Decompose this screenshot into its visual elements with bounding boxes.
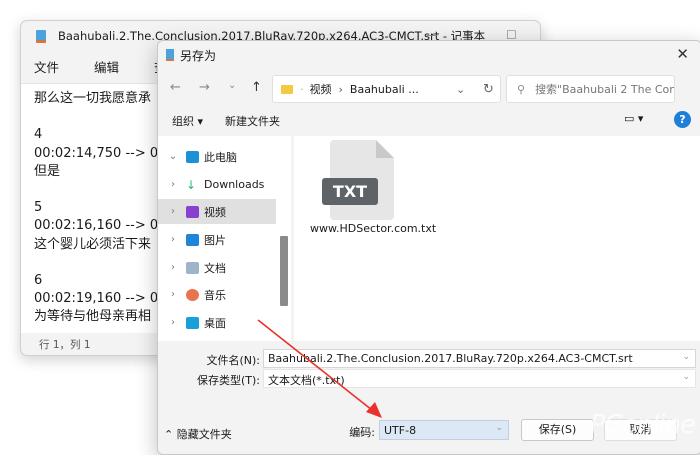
tree-item-videos[interactable]: › 视频 (158, 199, 276, 224)
breadcrumb-folder[interactable]: Baahubali ... (350, 83, 419, 96)
filename-label: 文件名(N): (206, 354, 260, 367)
desktop-icon (186, 316, 199, 329)
tree-label: 桌面 (204, 316, 226, 330)
search-input[interactable]: ⚲ 搜索"Baahubali 2 The Conc... (506, 75, 675, 103)
tree-label: 文档 (204, 261, 226, 275)
new-folder-button[interactable]: 新建文件夹 (225, 113, 280, 129)
menu-edit[interactable]: 编辑 (81, 57, 131, 76)
file-list: TXT www.HDSector.com.txt (294, 136, 700, 341)
back-button[interactable]: ← (170, 80, 181, 95)
encoding-select[interactable]: UTF-8 ⌄ (379, 420, 509, 440)
notepad-icon (36, 29, 46, 43)
tree-label: Downloads (204, 178, 265, 191)
hide-folders-label: 隐藏文件夹 (176, 428, 232, 441)
chevron-down-icon[interactable]: ⌄ (158, 151, 180, 162)
filename-input[interactable]: Baahubali.2.The.Conclusion.2017.BluRay.7… (263, 349, 696, 368)
folder-icon (281, 84, 293, 94)
breadcrumb-videos[interactable]: 视频 (310, 81, 332, 97)
chevron-right-icon[interactable]: › (158, 179, 180, 190)
tree-item-desktop[interactable]: › 桌面 (158, 310, 276, 335)
address-dropdown-icon[interactable]: ⌄ (456, 83, 465, 96)
filename-value: Baahubali.2.The.Conclusion.2017.BluRay.7… (268, 352, 633, 365)
file-name: www.HDSector.com.txt (310, 222, 437, 235)
organize-button[interactable]: 组织 ▾ (172, 113, 203, 129)
save-type-select[interactable]: 文本文档(*.txt) ⌄ (263, 369, 696, 388)
video-icon (186, 205, 199, 218)
hide-folders-toggle[interactable]: ⌃ 隐藏文件夹 (164, 426, 232, 442)
address-bar[interactable]: · 视频 › Baahubali ... ⌄ ↻ (272, 75, 501, 103)
notepad-icon (166, 49, 174, 61)
view-options-button[interactable]: ▭ ▾ (624, 112, 643, 125)
save-type-label: 保存类型(T): (196, 374, 260, 387)
chevron-right-icon[interactable]: › (158, 289, 180, 300)
watermark: PConline (589, 410, 696, 440)
dialog-title: 另存为 (180, 48, 217, 63)
search-placeholder: 搜索"Baahubali 2 The Conc... (535, 83, 675, 96)
computer-icon (186, 150, 199, 163)
tree-item-downloads[interactable]: › ↓ Downloads (158, 172, 276, 197)
tree-scrollbar[interactable] (280, 236, 288, 306)
tree-label: 音乐 (204, 288, 226, 302)
chevron-right-icon[interactable]: › (158, 317, 180, 328)
navigation-bar: ← → ⌄ ↑ · 视频 › Baahubali ... ⌄ ↻ ⚲ 搜索"Ba… (158, 73, 700, 105)
save-type-value: 文本文档(*.txt) (268, 374, 345, 387)
tree-item-music[interactable]: › 音乐 (158, 282, 276, 307)
encoding-value: UTF-8 (384, 424, 417, 437)
navigation-tree: ⌄ 此电脑 › ↓ Downloads › 视频 › 图片 › 文档 › 音乐 › 桌面 (158, 136, 291, 341)
chevron-down-icon[interactable]: ⌄ (682, 352, 690, 362)
tree-label: 图片 (204, 233, 226, 247)
command-bar: 组织 ▾ 新建文件夹 ▭ ▾ ? (158, 107, 700, 133)
breadcrumb-separator: › (338, 82, 343, 96)
tree-item-pictures[interactable]: › 图片 (158, 227, 276, 252)
up-button[interactable]: ↑ (251, 80, 262, 95)
tree-item-this-pc[interactable]: ⌄ 此电脑 (158, 144, 276, 169)
document-icon (186, 261, 199, 274)
music-icon (186, 288, 199, 301)
save-as-dialog: 另存为 ✕ ← → ⌄ ↑ · 视频 › Baahubali ... ⌄ ↻ ⚲… (157, 40, 700, 455)
txt-badge: TXT (322, 178, 378, 205)
picture-icon (186, 233, 199, 246)
chevron-right-icon[interactable]: › (158, 206, 180, 217)
help-icon[interactable]: ? (674, 111, 691, 128)
chevron-right-icon[interactable]: › (158, 262, 180, 273)
encoding-label: 编码: (349, 426, 375, 439)
chevron-down-icon[interactable]: ⌄ (495, 423, 503, 433)
tree-item-documents[interactable]: › 文档 (158, 255, 276, 280)
recent-locations-button[interactable]: ⌄ (228, 80, 236, 91)
close-button[interactable]: ✕ (676, 45, 689, 63)
refresh-icon[interactable]: ↻ (483, 82, 494, 97)
chevron-right-icon[interactable]: › (158, 234, 180, 245)
menu-file[interactable]: 文件 (21, 57, 71, 76)
chevron-up-icon: ⌃ (164, 428, 177, 441)
download-icon: ↓ (186, 177, 197, 192)
search-icon: ⚲ (517, 82, 526, 96)
save-button[interactable]: 保存(S) (521, 419, 594, 441)
chevron-down-icon[interactable]: ⌄ (682, 372, 690, 382)
forward-button[interactable]: → (199, 80, 210, 95)
tree-label: 视频 (204, 205, 226, 219)
dialog-title-bar: 另存为 (158, 41, 700, 69)
tree-label: 此电脑 (204, 150, 237, 164)
